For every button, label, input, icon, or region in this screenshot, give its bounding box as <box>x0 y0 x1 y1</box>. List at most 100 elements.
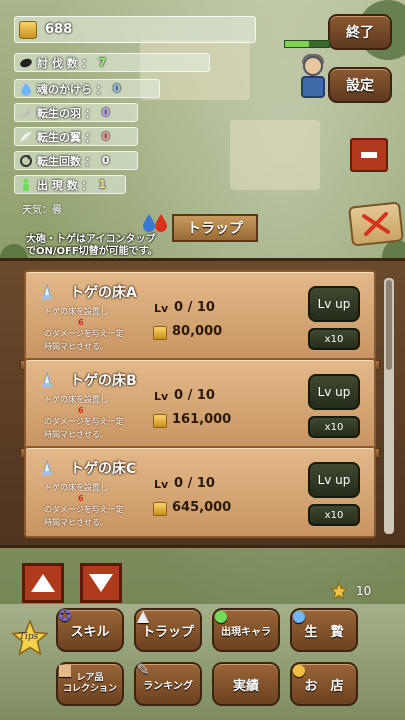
trap-card: トゲの床C トゲの床を設置し 6 のダメージを与え一定 時間マヒさせる。 Lv … <box>24 446 376 538</box>
trap-desc: 時間マヒさせる。 <box>44 430 108 439</box>
skill-button[interactable]: ✪ スキル <box>56 606 124 652</box>
feather-icon <box>19 106 33 120</box>
trap-desc: のダメージを与え一定 <box>44 417 124 426</box>
skill-label: スキル <box>70 624 110 640</box>
level-label: Lv <box>154 302 169 315</box>
arrow-up-icon <box>31 574 55 592</box>
trap-toggle-drops-icon[interactable] <box>140 212 170 234</box>
trap-desc: トゲの床を設置し <box>44 307 108 316</box>
level-value: 0 / 10 <box>174 476 215 491</box>
stat-label: 転生の羽 ： <box>37 106 96 120</box>
gold-coin-icon <box>153 502 167 516</box>
stat-rebirth-count: 転生回数 ： 0 <box>14 151 138 170</box>
scroll-down-button[interactable] <box>80 563 122 603</box>
tips-button[interactable]: Tips <box>11 618 49 656</box>
stat-value: 0 <box>101 106 110 119</box>
fist-icon <box>19 56 33 70</box>
collection-icon: ■ <box>57 659 73 679</box>
shop-button[interactable]: ● お 店 <box>290 660 358 706</box>
stat-label: 討 伐 数 ： <box>37 56 93 70</box>
stat-rebirth-feather: 転生の羽 ： 0 <box>14 103 138 122</box>
trap-desc: トゲの床を設置し <box>44 483 108 492</box>
arrow-down-icon <box>89 574 113 592</box>
scroll-up-button[interactable] <box>22 563 64 603</box>
soul-drop-icon: ● <box>292 605 306 625</box>
scrollbar-thumb[interactable] <box>386 280 392 370</box>
info-line: でON/OFF切替が可能です。 <box>26 246 158 257</box>
spike-icon <box>40 283 54 300</box>
level-up-x10-button[interactable]: x10 <box>308 504 360 526</box>
rare-collection-button[interactable]: ■ レア品 コレクション <box>56 661 124 706</box>
hero-character <box>296 54 330 104</box>
level-up-button[interactable]: Lv up <box>308 462 360 498</box>
close-x-icon <box>362 211 390 237</box>
quit-button[interactable]: 終了 <box>328 14 392 50</box>
spike-icon <box>40 459 54 476</box>
stat-value: 0 <box>112 82 121 95</box>
stat-spawn-count: 出 現 数 ： 1 <box>14 175 126 194</box>
gold-display: 688 <box>14 16 256 43</box>
spike-icon <box>40 371 54 388</box>
hero-hp-bar <box>284 40 330 48</box>
stat-value: 0 <box>101 154 110 167</box>
trap-damage: 6 <box>78 406 84 415</box>
minimize-button[interactable] <box>350 138 388 172</box>
trap-desc: トゲの床を設置し <box>44 395 108 404</box>
level-value: 0 / 10 <box>174 388 215 403</box>
trap-desc: 時間マヒさせる。 <box>44 518 108 527</box>
stat-value: 7 <box>98 56 107 69</box>
trap-name: トゲの床A <box>70 285 137 301</box>
close-panel-button[interactable] <box>348 201 404 247</box>
trap-name: トゲの床C <box>70 461 137 477</box>
star-count-value: 10 <box>356 584 372 598</box>
tips-label: Tips <box>19 632 39 642</box>
trap-desc: のダメージを与え一定 <box>44 505 124 514</box>
level-up-button[interactable]: Lv up <box>308 374 360 410</box>
trap-button[interactable]: ▲ トラップ <box>134 606 202 652</box>
panel-title: トラップ <box>172 214 258 242</box>
trap-name: トゲの床B <box>70 373 137 389</box>
stat-value: 0 <box>101 130 110 143</box>
gold-coin-icon <box>19 20 37 39</box>
trap-cost: 80,000 <box>172 324 223 339</box>
shop-label: お 店 <box>304 678 344 694</box>
achievements-button[interactable]: 実績 <box>212 662 280 706</box>
trap-info-text: 大砲・トゲはアイコンタップ でON/OFF切替が可能です。 <box>26 234 158 258</box>
character-icon: ● <box>214 605 228 625</box>
spawn-chara-button[interactable]: ● 出現キャラ <box>212 606 280 652</box>
trap-card: トゲの床A トゲの床を設置し 6 のダメージを与え一定 時間マヒさせる。 Lv … <box>20 270 380 370</box>
level-label: Lv <box>154 390 169 403</box>
hero-body <box>301 76 325 98</box>
shop-bag-icon: ● <box>292 659 306 679</box>
ranking-button[interactable]: ✎ ランキング <box>134 660 202 706</box>
list-scrollbar[interactable] <box>384 278 394 534</box>
level-up-x10-button[interactable]: x10 <box>308 328 360 350</box>
stat-label: 転生回数 ： <box>37 154 96 168</box>
stat-kills: 討 伐 数 ： 7 <box>14 53 210 72</box>
sacrifice-button[interactable]: ● 生 贄 <box>290 606 358 652</box>
achievements-label: 実績 <box>232 678 259 694</box>
collection-label: コレクション <box>62 684 117 694</box>
stat-value: 1 <box>98 178 107 191</box>
info-line: 大砲・トゲはアイコンタップ <box>26 234 156 245</box>
weather-label: 天気：曇 <box>22 205 62 216</box>
settings-button[interactable]: 設定 <box>328 67 392 103</box>
trap-card: トゲの床B トゲの床を設置し 6 のダメージを与え一定 時間マヒさせる。 Lv … <box>20 358 380 458</box>
hero-hp-fill <box>285 41 310 47</box>
level-up-x10-button[interactable]: x10 <box>308 416 360 438</box>
level-up-button[interactable]: Lv up <box>308 286 360 322</box>
gold-amount: 688 <box>45 22 73 37</box>
gold-coin-icon <box>153 326 167 340</box>
star-icon <box>330 582 348 600</box>
stat-soul-fragments: 魂のかけら ： 0 <box>14 79 160 98</box>
magic-circle-icon: ✪ <box>58 605 72 625</box>
trap-icon: ▲ <box>136 605 150 625</box>
trap-cost: 645,000 <box>172 500 232 515</box>
hero-head <box>303 56 323 76</box>
sacrifice-label: 生 贄 <box>304 624 344 640</box>
rebirth-icon <box>19 154 33 168</box>
stat-label: 魂のかけら ： <box>37 82 107 96</box>
level-label: Lv <box>154 478 169 491</box>
trap-damage: 6 <box>78 494 84 503</box>
soul-drop-icon <box>19 82 33 96</box>
